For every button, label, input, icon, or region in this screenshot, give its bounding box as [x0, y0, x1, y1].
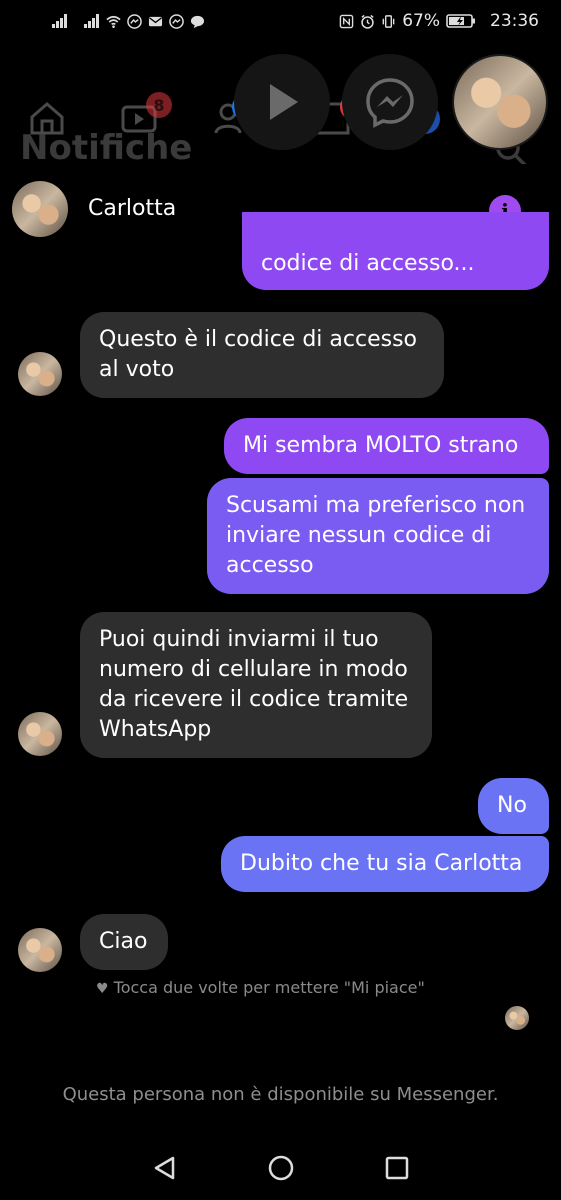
message-text: Scusami ma preferisco non inviare nessun… — [226, 493, 526, 578]
wifi-icon — [106, 15, 121, 28]
message-text: codice di accesso... — [261, 251, 475, 276]
avatar[interactable] — [12, 181, 68, 237]
status-bar: 67% 23:36 — [0, 0, 561, 42]
message-bubble-outgoing[interactable]: Dubito che tu sia Carlotta — [221, 836, 549, 892]
contact-chat-head[interactable] — [452, 54, 548, 150]
like-hint: ♥ Tocca due volte per mettere "Mi piace" — [96, 978, 425, 997]
message-bubble-outgoing[interactable]: Mi sembra MOLTO strano — [224, 418, 549, 474]
home-button-icon[interactable] — [267, 1154, 295, 1182]
message-bubble-incoming[interactable]: Ciao — [80, 914, 168, 970]
messenger-notification-icon — [169, 13, 184, 29]
contact-name[interactable]: Carlotta — [88, 196, 176, 221]
page-title: Notifiche — [20, 128, 193, 168]
mail-icon — [148, 16, 163, 26]
nfc-icon — [339, 14, 354, 28]
avatar — [18, 928, 62, 972]
message-text: Dubito che tu sia Carlotta — [240, 851, 523, 876]
message-text: No — [497, 793, 527, 818]
system-navigation-bar — [0, 1135, 561, 1200]
recent-apps-icon[interactable] — [383, 1154, 411, 1182]
clock: 23:36 — [490, 11, 539, 31]
chat-panel: Carlotta i codice di accesso... Questo è… — [0, 164, 561, 1135]
vibrate-icon — [382, 14, 395, 28]
avatar — [18, 352, 62, 396]
message-text: Ciao — [99, 929, 148, 954]
battery-charging-icon — [446, 14, 475, 28]
back-icon[interactable] — [151, 1154, 179, 1182]
battery-percentage: 67% — [402, 11, 440, 31]
video-chat-head[interactable] — [234, 54, 330, 150]
message-text: Questo è il codice di accesso al voto — [99, 327, 418, 382]
message-text: Puoi quindi inviarmi il tuo numero di ce… — [99, 627, 409, 742]
messenger-icon — [366, 78, 414, 128]
chat-bubble-icon — [190, 15, 205, 28]
signal-icon — [84, 14, 100, 28]
message-bubble-incoming[interactable]: Questo è il codice di accesso al voto — [80, 312, 444, 398]
heart-icon: ♥ — [96, 981, 109, 997]
watch-badge: 8 — [146, 92, 172, 118]
unavailable-notice: Questa persona non è disponibile su Mess… — [62, 1084, 499, 1105]
message-bubble-outgoing[interactable]: No — [478, 778, 549, 834]
like-hint-text: Tocca due volte per mettere "Mi piace" — [113, 978, 425, 997]
alarm-icon — [361, 14, 374, 29]
message-bubble-outgoing[interactable]: Scusami ma preferisco non inviare nessun… — [207, 478, 549, 594]
message-bubble-incoming[interactable]: Puoi quindi inviarmi il tuo numero di ce… — [80, 612, 432, 758]
signal-icon — [52, 14, 68, 28]
play-icon — [270, 84, 298, 120]
avatar — [454, 56, 546, 148]
avatar — [18, 712, 62, 756]
messenger-chat-head[interactable] — [342, 54, 438, 150]
seen-indicator-avatar — [505, 1006, 529, 1030]
message-text: Mi sembra MOLTO strano — [243, 433, 519, 458]
message-bubble-outgoing[interactable]: codice di accesso... — [242, 212, 549, 290]
messenger-notification-icon — [127, 13, 142, 29]
